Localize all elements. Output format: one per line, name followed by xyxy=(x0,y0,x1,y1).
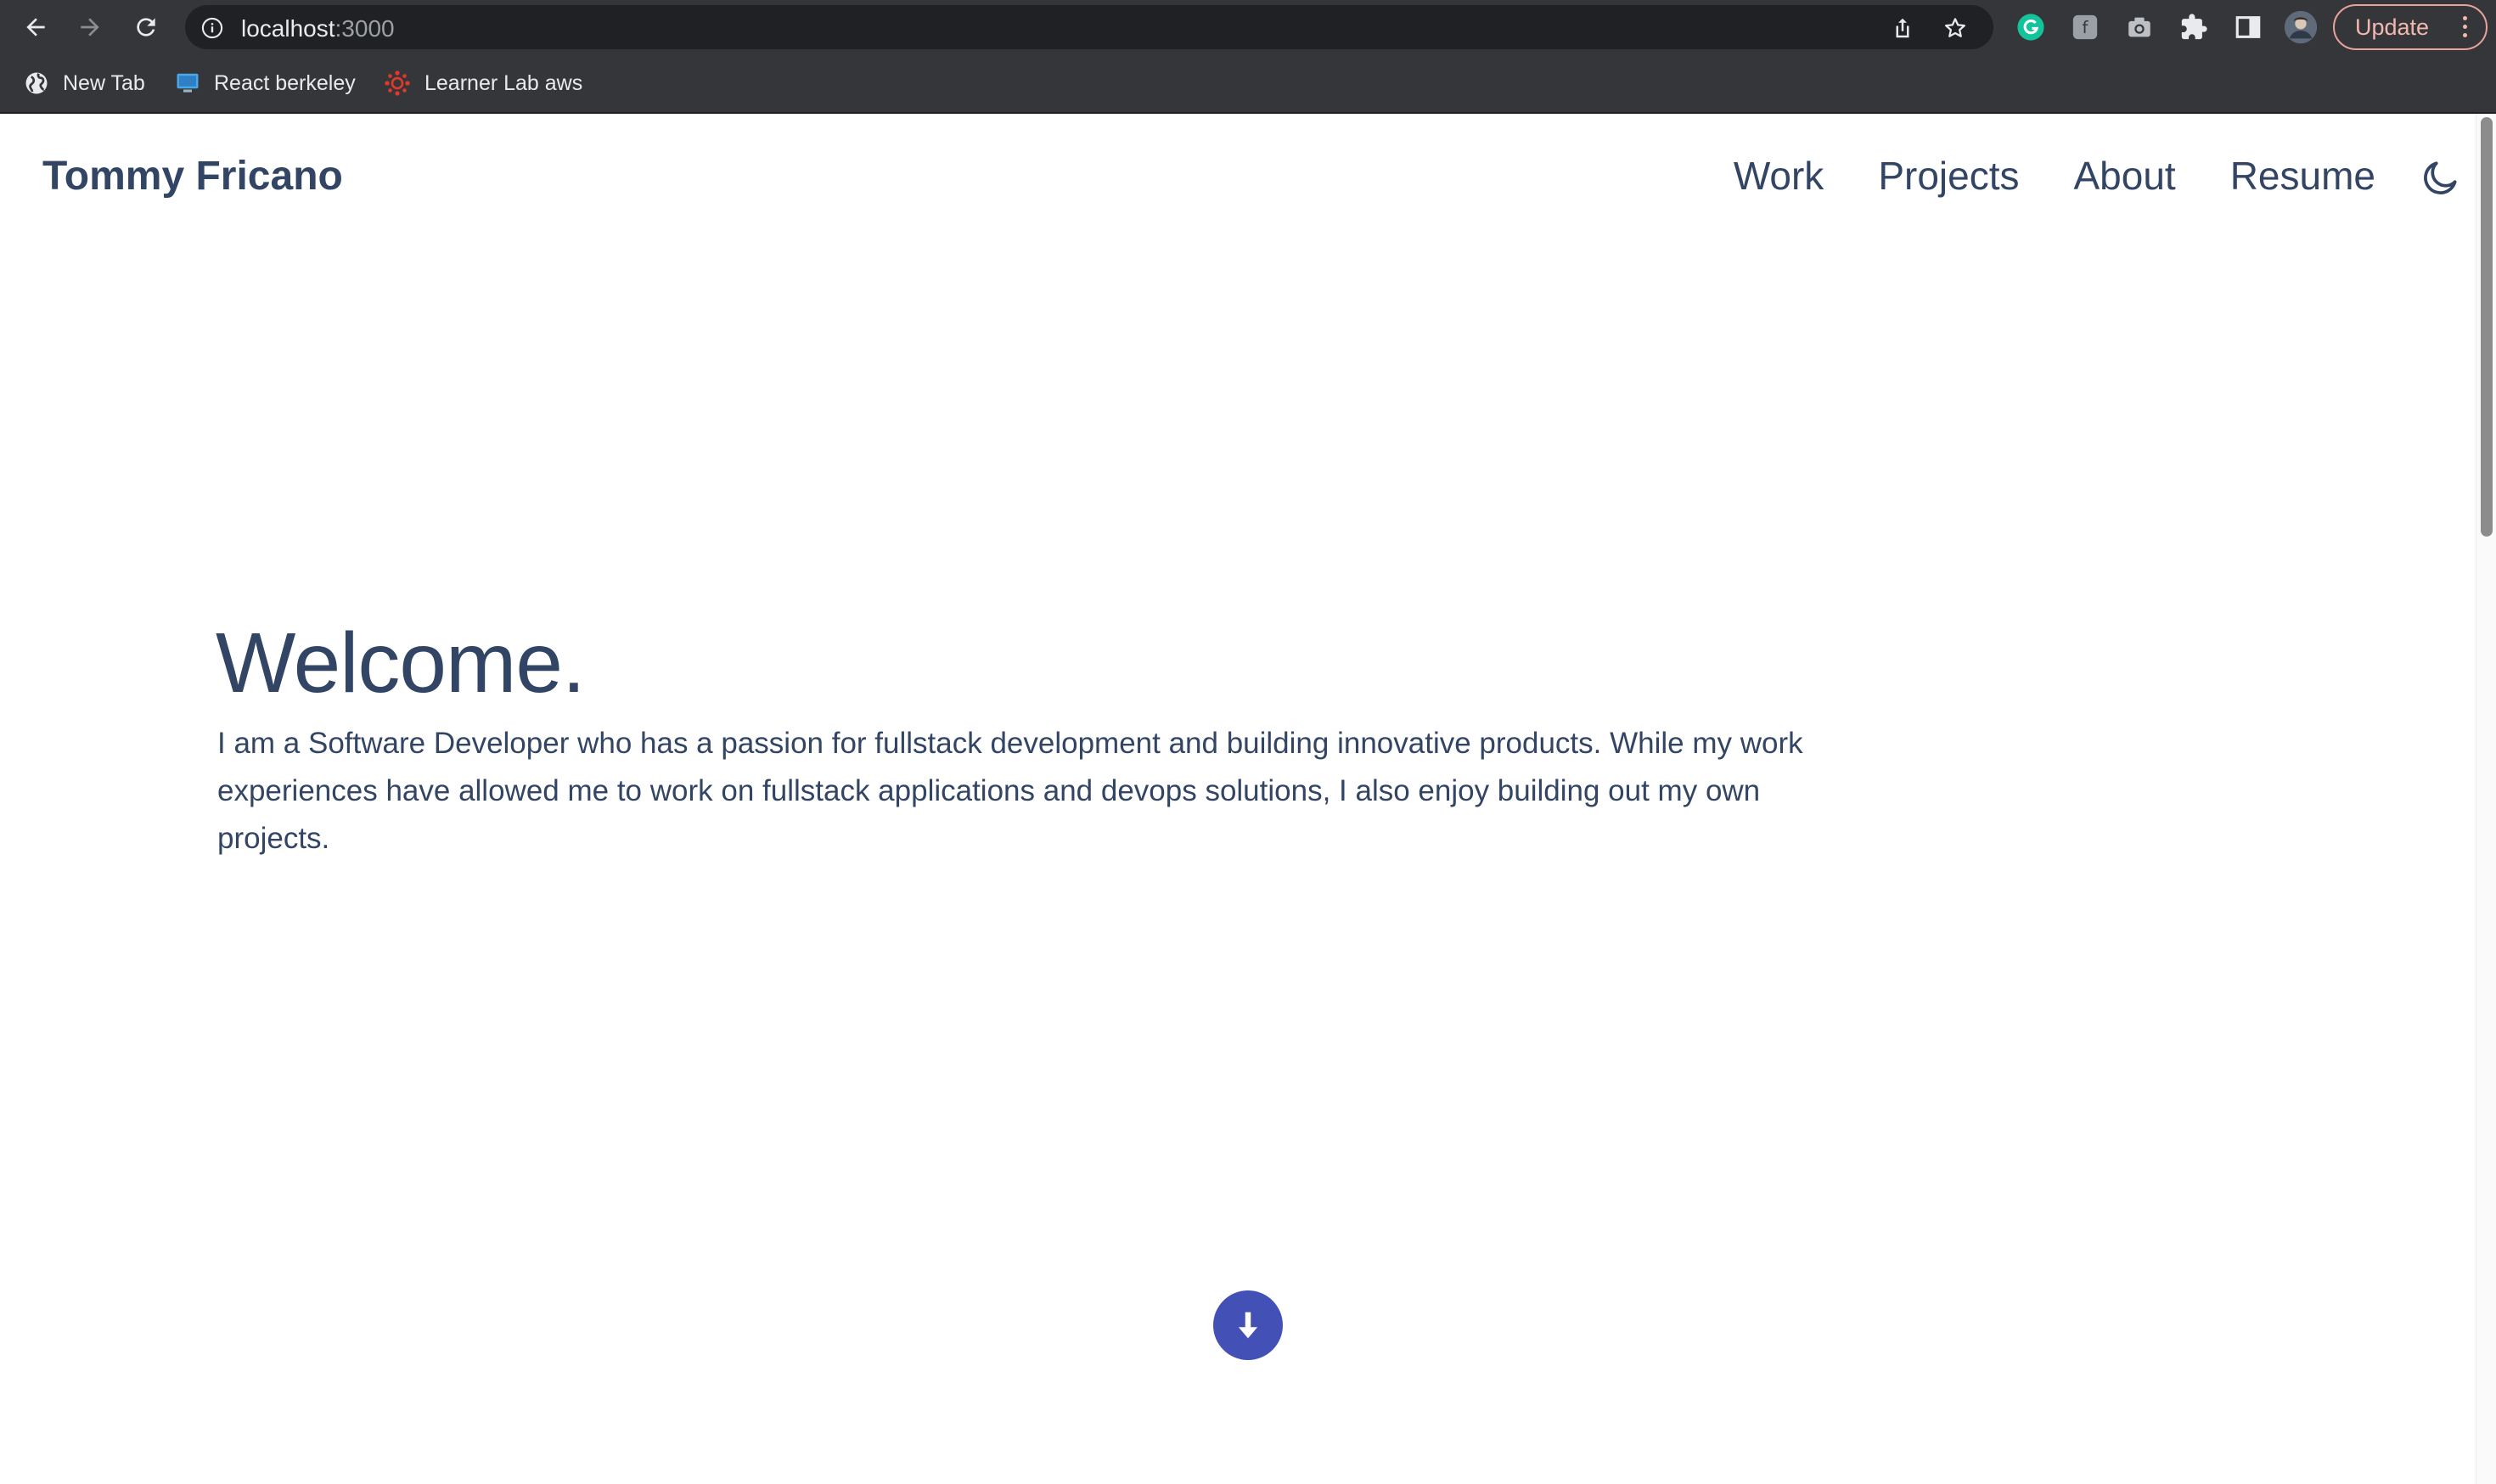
puzzle-icon[interactable] xyxy=(2177,10,2211,44)
update-button[interactable]: Update xyxy=(2333,4,2488,50)
share-icon[interactable] xyxy=(1890,15,1915,41)
profile-avatar[interactable] xyxy=(2284,10,2318,44)
grammarly-icon[interactable] xyxy=(2014,10,2048,44)
bookmark-label: React berkeley xyxy=(214,70,356,95)
back-button[interactable] xyxy=(15,7,56,48)
bookmark-react-berkeley[interactable]: React berkeley xyxy=(175,66,356,100)
site-nav: Work Projects About Resume xyxy=(1734,153,2375,199)
url-host: localhost xyxy=(241,15,335,42)
forward-arrow-icon xyxy=(81,18,99,37)
reload-button[interactable] xyxy=(126,7,166,48)
scrollbar-thumb[interactable] xyxy=(2481,117,2493,537)
moon-icon[interactable] xyxy=(2420,156,2462,199)
nav-resume[interactable]: Resume xyxy=(2230,153,2375,199)
hero-description: I am a Software Developer who has a pass… xyxy=(217,727,1803,855)
scrollbar[interactable] xyxy=(2476,114,2496,1484)
info-icon[interactable] xyxy=(200,16,224,40)
nav-projects[interactable]: Projects xyxy=(1878,153,2019,199)
extension-f-icon[interactable]: f xyxy=(2068,10,2102,44)
bookmark-label: Learner Lab aws xyxy=(424,70,583,95)
bookmark-star-icon[interactable] xyxy=(1942,15,1968,41)
site-logo-name[interactable]: Tommy Fricano xyxy=(42,153,343,200)
update-label: Update xyxy=(2355,14,2430,40)
address-bar[interactable]: localhost:3000 xyxy=(185,5,1993,49)
page-viewport: Tommy Fricano Work Projects About Resume… xyxy=(0,114,2496,1484)
nav-about[interactable]: About xyxy=(2073,153,2175,199)
nav-work[interactable]: Work xyxy=(1734,153,1824,199)
browser-toolbar: localhost:3000 f Update xyxy=(0,0,2496,54)
bookmark-new-tab[interactable]: New Tab xyxy=(24,66,145,100)
canvas-icon xyxy=(385,70,410,96)
monitor-icon xyxy=(177,73,199,93)
bookmark-learner-lab-aws[interactable]: Learner Lab aws xyxy=(384,66,582,100)
globe-icon xyxy=(25,72,48,94)
bookmarks-bar: New Tab React berkeley Learner Lab aws xyxy=(0,54,2496,114)
reload-icon xyxy=(137,18,155,37)
arrow-down-icon xyxy=(1238,1312,1258,1339)
menu-dots-icon[interactable] xyxy=(2463,16,2467,37)
sidepanel-icon[interactable] xyxy=(2231,10,2265,44)
scroll-down-button[interactable] xyxy=(1213,1290,1283,1360)
hero-title: Welcome. xyxy=(216,616,586,711)
url-port: :3000 xyxy=(334,15,395,42)
bookmark-label: New Tab xyxy=(63,70,145,95)
svg-text:f: f xyxy=(2083,18,2089,37)
camera-icon[interactable] xyxy=(2122,10,2156,44)
url-text[interactable]: localhost:3000 xyxy=(241,15,395,42)
forward-button[interactable] xyxy=(70,7,110,48)
back-arrow-icon xyxy=(26,18,45,37)
